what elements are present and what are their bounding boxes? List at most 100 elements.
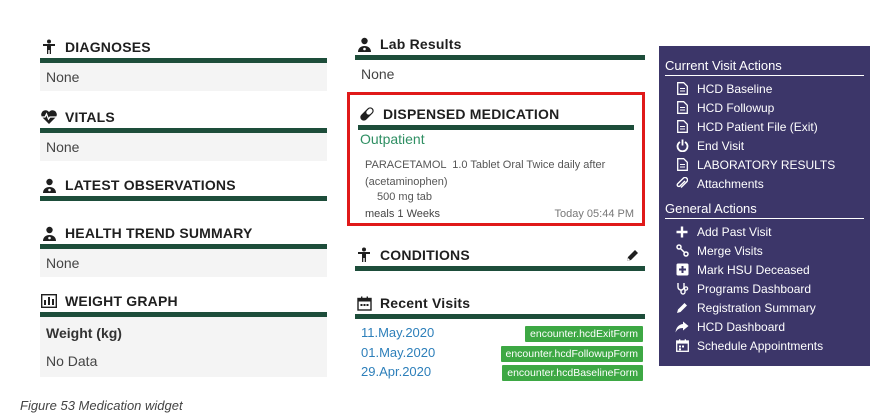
- recent-visits-title: Recent Visits: [380, 295, 471, 311]
- actions-panel: Current Visit Actions HCD Baseline HCD F…: [659, 46, 870, 366]
- action-label: Registration Summary: [697, 300, 816, 315]
- conditions-title: CONDITIONS: [380, 247, 470, 263]
- vitals-value: None: [40, 133, 327, 161]
- registration-summary-action[interactable]: Registration Summary: [673, 298, 870, 317]
- laboratory-results-action[interactable]: LABORATORY RESULTS: [673, 155, 870, 174]
- visit-form-badge[interactable]: encounter.hcdBaselineForm: [502, 365, 643, 381]
- health-trend-value: None: [40, 249, 327, 277]
- weight-graph-widget: WEIGHT GRAPH Weight (kg) No Data: [40, 290, 327, 377]
- file-icon: [673, 101, 691, 114]
- dispense-time: Today 05:44 PM: [554, 208, 635, 220]
- diagnoses-header: DIAGNOSES: [40, 36, 327, 63]
- diagnoses-widget: DIAGNOSES None: [40, 36, 327, 91]
- merge-icon: [673, 244, 691, 257]
- vitals-header: VITALS: [40, 106, 327, 133]
- drug-strength: 500 mg tab: [377, 191, 433, 203]
- action-label: Mark HSU Deceased: [697, 262, 810, 277]
- weight-graph-label: Weight (kg): [40, 317, 327, 347]
- drug-line: PARACETAMOL 1.0 Tablet Oral Twice daily …: [365, 159, 605, 171]
- visit-form-badge[interactable]: encounter.hcdExitForm: [525, 326, 643, 342]
- weight-graph-title: WEIGHT GRAPH: [65, 293, 178, 309]
- bar-chart-icon: [40, 292, 58, 310]
- latest-observations-widget: LATEST OBSERVATIONS: [40, 174, 327, 201]
- file-icon: [673, 120, 691, 133]
- drug-name: PARACETAMOL: [365, 159, 447, 171]
- health-trend-widget: HEALTH TREND SUMMARY None: [40, 222, 327, 277]
- user-md-icon: [40, 224, 58, 242]
- current-visit-actions-title: Current Visit Actions: [665, 58, 864, 76]
- action-label: Schedule Appointments: [697, 338, 824, 353]
- visit-date[interactable]: 11.May.2020: [361, 325, 434, 340]
- health-trend-title: HEALTH TREND SUMMARY: [65, 225, 253, 241]
- action-label: Add Past Visit: [697, 224, 772, 239]
- pencil-icon: [673, 301, 691, 314]
- conditions-widget: CONDITIONS: [355, 244, 645, 271]
- drug-duration: meals 1 Weeks: [365, 208, 440, 220]
- mark-hsu-deceased-action[interactable]: Mark HSU Deceased: [673, 260, 870, 279]
- figure-caption: Figure 53 Medication widget: [20, 398, 183, 413]
- pencil-icon[interactable]: [623, 246, 641, 264]
- action-label: HCD Followup: [697, 100, 775, 115]
- action-label: HCD Dashboard: [697, 319, 786, 334]
- programs-dashboard-action[interactable]: Programs Dashboard: [673, 279, 870, 298]
- vitals-widget: VITALS None: [40, 106, 327, 161]
- end-visit-action[interactable]: End Visit: [673, 136, 870, 155]
- merge-visits-action[interactable]: Merge Visits: [673, 241, 870, 260]
- outpatient-label: Outpatient: [360, 131, 425, 147]
- weight-graph-header: WEIGHT GRAPH: [40, 290, 327, 317]
- add-past-visit-action[interactable]: Add Past Visit: [673, 222, 870, 241]
- general-actions-title: General Actions: [665, 201, 864, 219]
- hcd-patient-file-exit-action[interactable]: HCD Patient File (Exit): [673, 117, 870, 136]
- action-label: HCD Baseline: [697, 81, 773, 96]
- action-label: LABORATORY RESULTS: [697, 157, 836, 172]
- conditions-header: CONDITIONS: [355, 244, 645, 271]
- hcd-followup-action[interactable]: HCD Followup: [673, 98, 870, 117]
- power-icon: [673, 139, 691, 152]
- action-label: Programs Dashboard: [697, 281, 812, 296]
- stethoscope-icon: [673, 282, 691, 295]
- calendar-icon: [673, 339, 691, 352]
- action-label: Merge Visits: [697, 243, 763, 258]
- user-md-icon: [355, 35, 373, 53]
- paperclip-icon: [673, 177, 691, 190]
- person-icon: [355, 246, 373, 264]
- action-label: Attachments: [697, 176, 764, 191]
- health-trend-header: HEALTH TREND SUMMARY: [40, 222, 327, 249]
- drug-generic: (acetaminophen): [365, 176, 448, 188]
- dispensed-medication-header: DISPENSED MEDICATION: [358, 103, 634, 130]
- action-label: HCD Patient File (Exit): [697, 119, 818, 134]
- lab-results-widget: Lab Results None: [355, 33, 645, 88]
- diagnoses-value: None: [40, 63, 327, 91]
- recent-visits-widget: Recent Visits: [355, 292, 645, 319]
- hcd-baseline-action[interactable]: HCD Baseline: [673, 79, 870, 98]
- hcd-dashboard-action[interactable]: HCD Dashboard: [673, 317, 870, 336]
- visit-date[interactable]: 01.May.2020: [361, 345, 435, 360]
- recent-visits-header: Recent Visits: [355, 292, 645, 319]
- drug-dosage: 1.0 Tablet Oral Twice daily after: [452, 159, 606, 171]
- diagnoses-title: DIAGNOSES: [65, 39, 151, 55]
- user-md-icon: [40, 176, 58, 194]
- plus-icon: [673, 226, 691, 238]
- file-icon: [673, 82, 691, 95]
- schedule-appointments-action[interactable]: Schedule Appointments: [673, 336, 870, 355]
- vitals-title: VITALS: [65, 109, 115, 125]
- visit-row[interactable]: 11.May.2020 encounter.hcdExitForm: [361, 325, 643, 342]
- dispensed-medication-title: DISPENSED MEDICATION: [383, 106, 560, 122]
- action-label: End Visit: [697, 138, 745, 153]
- visit-form-badge[interactable]: encounter.hcdFollowupForm: [500, 346, 643, 362]
- weight-graph-value: No Data: [40, 347, 327, 377]
- file-icon: [673, 158, 691, 171]
- calendar-icon: [355, 294, 373, 312]
- visit-row[interactable]: 01.May.2020 encounter.hcdFollowupForm: [361, 345, 643, 362]
- latest-observations-title: LATEST OBSERVATIONS: [65, 177, 236, 193]
- pill-icon: [358, 105, 376, 123]
- person-icon: [40, 38, 58, 56]
- lab-results-value: None: [361, 66, 395, 82]
- dispensed-medication-highlight: DISPENSED MEDICATION Outpatient PARACETA…: [347, 92, 645, 226]
- heartbeat-icon: [40, 108, 58, 126]
- latest-observations-header: LATEST OBSERVATIONS: [40, 174, 327, 201]
- visit-date[interactable]: 29.Apr.2020: [361, 364, 431, 379]
- visit-row[interactable]: 29.Apr.2020 encounter.hcdBaselineForm: [361, 364, 643, 381]
- lab-results-title: Lab Results: [380, 36, 462, 52]
- attachments-action[interactable]: Attachments: [673, 174, 870, 193]
